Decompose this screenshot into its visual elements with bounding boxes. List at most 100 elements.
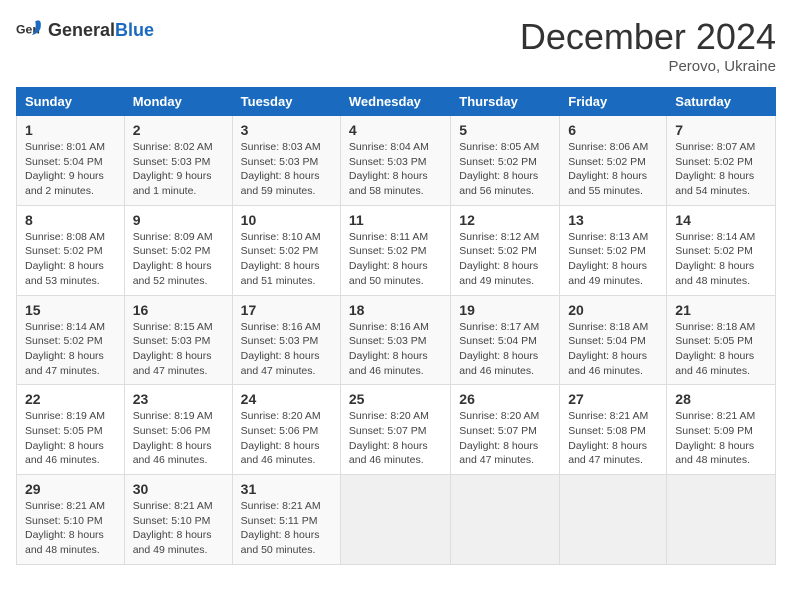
calendar-cell: 13 Sunrise: 8:13 AMSunset: 5:02 PMDayligh… [560, 205, 667, 295]
calendar-cell: 21 Sunrise: 8:18 AMSunset: 5:05 PMDayligh… [667, 295, 776, 385]
day-detail: Sunrise: 8:18 AMSunset: 5:04 PMDaylight:… [568, 321, 648, 377]
day-detail: Sunrise: 8:14 AMSunset: 5:02 PMDaylight:… [25, 321, 105, 377]
weekday-header-sunday: Sunday [17, 88, 125, 116]
day-detail: Sunrise: 8:20 AMSunset: 5:07 PMDaylight:… [459, 410, 539, 466]
calendar-cell: 17 Sunrise: 8:16 AMSunset: 5:03 PMDayligh… [232, 295, 340, 385]
calendar-cell: 12 Sunrise: 8:12 AMSunset: 5:02 PMDayligh… [451, 205, 560, 295]
day-detail: Sunrise: 8:20 AMSunset: 5:06 PMDaylight:… [241, 410, 321, 466]
day-number: 29 [25, 481, 116, 497]
calendar-cell: 28Sunrise: 8:21 AMSunset: 5:09 PMDayligh… [667, 385, 776, 475]
calendar-table: SundayMondayTuesdayWednesdayThursdayFrid… [16, 87, 776, 565]
calendar-cell: 26 Sunrise: 8:20 AMSunset: 5:07 PMDayligh… [451, 385, 560, 475]
day-detail: Sunrise: 8:14 AMSunset: 5:02 PMDaylight:… [675, 231, 755, 287]
day-detail: Sunrise: 8:18 AMSunset: 5:05 PMDaylight:… [675, 321, 755, 377]
calendar-cell: 30 Sunrise: 8:21 AMSunset: 5:10 PMDayligh… [124, 475, 232, 565]
day-number: 10 [241, 212, 332, 228]
day-detail: Sunrise: 8:13 AMSunset: 5:02 PMDaylight:… [568, 231, 648, 287]
calendar-week-4: 22 Sunrise: 8:19 AMSunset: 5:05 PMDayligh… [17, 385, 776, 475]
day-number: 21 [675, 302, 767, 318]
day-detail: Sunrise: 8:12 AMSunset: 5:02 PMDaylight:… [459, 231, 539, 287]
day-number: 17 [241, 302, 332, 318]
weekday-header-saturday: Saturday [667, 88, 776, 116]
calendar-cell: 10 Sunrise: 8:10 AMSunset: 5:02 PMDayligh… [232, 205, 340, 295]
calendar-cell: 23 Sunrise: 8:19 AMSunset: 5:06 PMDayligh… [124, 385, 232, 475]
weekday-header-thursday: Thursday [451, 88, 560, 116]
day-detail: Sunrise: 8:07 AMSunset: 5:02 PMDaylight:… [675, 141, 755, 197]
day-detail: Sunrise: 8:10 AMSunset: 5:02 PMDaylight:… [241, 231, 321, 287]
calendar-header: SundayMondayTuesdayWednesdayThursdayFrid… [17, 88, 776, 116]
calendar-cell [667, 475, 776, 565]
logo-blue: Blue [115, 20, 154, 40]
day-number: 18 [349, 302, 442, 318]
month-title: December 2024 [520, 16, 776, 58]
calendar-cell: 2Sunrise: 8:02 AMSunset: 5:03 PMDaylight… [124, 116, 232, 206]
day-detail: Sunrise: 8:08 AMSunset: 5:02 PMDaylight:… [25, 231, 105, 287]
day-number: 15 [25, 302, 116, 318]
day-detail: Sunrise: 8:17 AMSunset: 5:04 PMDaylight:… [459, 321, 539, 377]
day-number: 7 [675, 122, 767, 138]
day-number: 22 [25, 391, 116, 407]
day-detail: Sunrise: 8:16 AMSunset: 5:03 PMDaylight:… [349, 321, 429, 377]
day-detail: Sunrise: 8:05 AMSunset: 5:02 PMDaylight:… [459, 141, 539, 197]
calendar-cell: 27 Sunrise: 8:21 AMSunset: 5:08 PMDayligh… [560, 385, 667, 475]
weekday-header-friday: Friday [560, 88, 667, 116]
calendar-cell: 14 Sunrise: 8:14 AMSunset: 5:02 PMDayligh… [667, 205, 776, 295]
weekday-header-monday: Monday [124, 88, 232, 116]
calendar-week-2: 8 Sunrise: 8:08 AMSunset: 5:02 PMDaylight… [17, 205, 776, 295]
logo-general: General [48, 20, 115, 40]
calendar-cell: 22 Sunrise: 8:19 AMSunset: 5:05 PMDayligh… [17, 385, 125, 475]
day-number: 3 [241, 122, 332, 138]
weekday-header-wednesday: Wednesday [340, 88, 450, 116]
day-detail: Sunrise: 8:21 AMSunset: 5:11 PMDaylight:… [241, 500, 321, 556]
calendar-cell: 7 Sunrise: 8:07 AMSunset: 5:02 PMDaylight… [667, 116, 776, 206]
logo-icon: Gen [16, 16, 44, 44]
day-number: 9 [133, 212, 224, 228]
calendar-cell: 25Sunrise: 8:20 AMSunset: 5:07 PMDayligh… [340, 385, 450, 475]
calendar-cell: 16Sunrise: 8:15 AMSunset: 5:03 PMDayligh… [124, 295, 232, 385]
page-header: Gen GeneralBlue December 2024 Perovo, Uk… [16, 16, 776, 75]
day-number: 27 [568, 391, 658, 407]
calendar-cell: 20 Sunrise: 8:18 AMSunset: 5:04 PMDayligh… [560, 295, 667, 385]
calendar-cell: 1 Sunrise: 8:01 AMSunset: 5:04 PMDaylight… [17, 116, 125, 206]
day-detail: Sunrise: 8:04 AMSunset: 5:03 PMDaylight:… [349, 141, 429, 197]
calendar-cell: 15 Sunrise: 8:14 AMSunset: 5:02 PMDayligh… [17, 295, 125, 385]
day-number: 13 [568, 212, 658, 228]
day-number: 1 [25, 122, 116, 138]
day-number: 14 [675, 212, 767, 228]
day-number: 12 [459, 212, 551, 228]
day-detail: Sunrise: 8:21 AMSunset: 5:08 PMDaylight:… [568, 410, 648, 466]
calendar-cell: 6Sunrise: 8:06 AMSunset: 5:02 PMDaylight… [560, 116, 667, 206]
day-number: 23 [133, 391, 224, 407]
calendar-cell: 9 Sunrise: 8:09 AMSunset: 5:02 PMDaylight… [124, 205, 232, 295]
day-detail: Sunrise: 8:09 AMSunset: 5:02 PMDaylight:… [133, 231, 213, 287]
day-detail: Sunrise: 8:19 AMSunset: 5:05 PMDaylight:… [25, 410, 105, 466]
weekday-row: SundayMondayTuesdayWednesdayThursdayFrid… [17, 88, 776, 116]
day-number: 2 [133, 122, 224, 138]
day-detail: Sunrise: 8:21 AMSunset: 5:09 PMDaylight:… [675, 410, 755, 466]
day-number: 8 [25, 212, 116, 228]
day-number: 19 [459, 302, 551, 318]
calendar-cell: 24Sunrise: 8:20 AMSunset: 5:06 PMDayligh… [232, 385, 340, 475]
day-detail: Sunrise: 8:19 AMSunset: 5:06 PMDaylight:… [133, 410, 213, 466]
calendar-week-5: 29 Sunrise: 8:21 AMSunset: 5:10 PMDayligh… [17, 475, 776, 565]
day-detail: Sunrise: 8:01 AMSunset: 5:04 PMDaylight:… [25, 141, 105, 197]
day-detail: Sunrise: 8:16 AMSunset: 5:03 PMDaylight:… [241, 321, 321, 377]
calendar-cell: 29Sunrise: 8:21 AMSunset: 5:10 PMDayligh… [17, 475, 125, 565]
day-number: 25 [349, 391, 442, 407]
calendar-week-3: 15 Sunrise: 8:14 AMSunset: 5:02 PMDayligh… [17, 295, 776, 385]
calendar-cell: 8 Sunrise: 8:08 AMSunset: 5:02 PMDaylight… [17, 205, 125, 295]
day-detail: Sunrise: 8:21 AMSunset: 5:10 PMDaylight:… [133, 500, 213, 556]
calendar-cell [560, 475, 667, 565]
calendar-cell: 3Sunrise: 8:03 AMSunset: 5:03 PMDaylight… [232, 116, 340, 206]
calendar-body: 1 Sunrise: 8:01 AMSunset: 5:04 PMDaylight… [17, 116, 776, 565]
day-number: 16 [133, 302, 224, 318]
calendar-cell [451, 475, 560, 565]
day-detail: Sunrise: 8:11 AMSunset: 5:02 PMDaylight:… [349, 231, 428, 287]
day-number: 30 [133, 481, 224, 497]
calendar-cell: 31 Sunrise: 8:21 AMSunset: 5:11 PMDayligh… [232, 475, 340, 565]
day-number: 20 [568, 302, 658, 318]
day-number: 26 [459, 391, 551, 407]
day-number: 6 [568, 122, 658, 138]
location-subtitle: Perovo, Ukraine [520, 58, 776, 75]
day-number: 31 [241, 481, 332, 497]
